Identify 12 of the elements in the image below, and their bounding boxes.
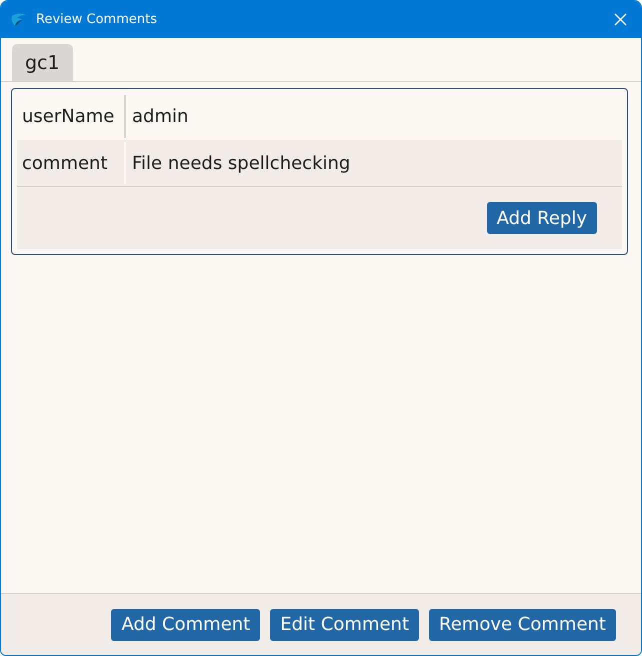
footer-button[interactable]: Add Comment — [111, 608, 260, 640]
field-label: comment — [17, 142, 126, 184]
footer-button[interactable]: Edit Comment — [270, 608, 420, 640]
field-value: File needs spellchecking — [131, 152, 352, 176]
field-value: admin — [131, 105, 190, 129]
app-logo-icon — [11, 12, 27, 26]
window-title: Review Comments — [36, 12, 158, 27]
tab[interactable]: gc1 — [12, 44, 73, 81]
close-icon — [614, 13, 626, 26]
add-reply-button[interactable]: Add Reply — [486, 202, 597, 234]
field-label: userName — [17, 95, 126, 138]
footer-button[interactable]: Remove Comment — [429, 608, 616, 640]
